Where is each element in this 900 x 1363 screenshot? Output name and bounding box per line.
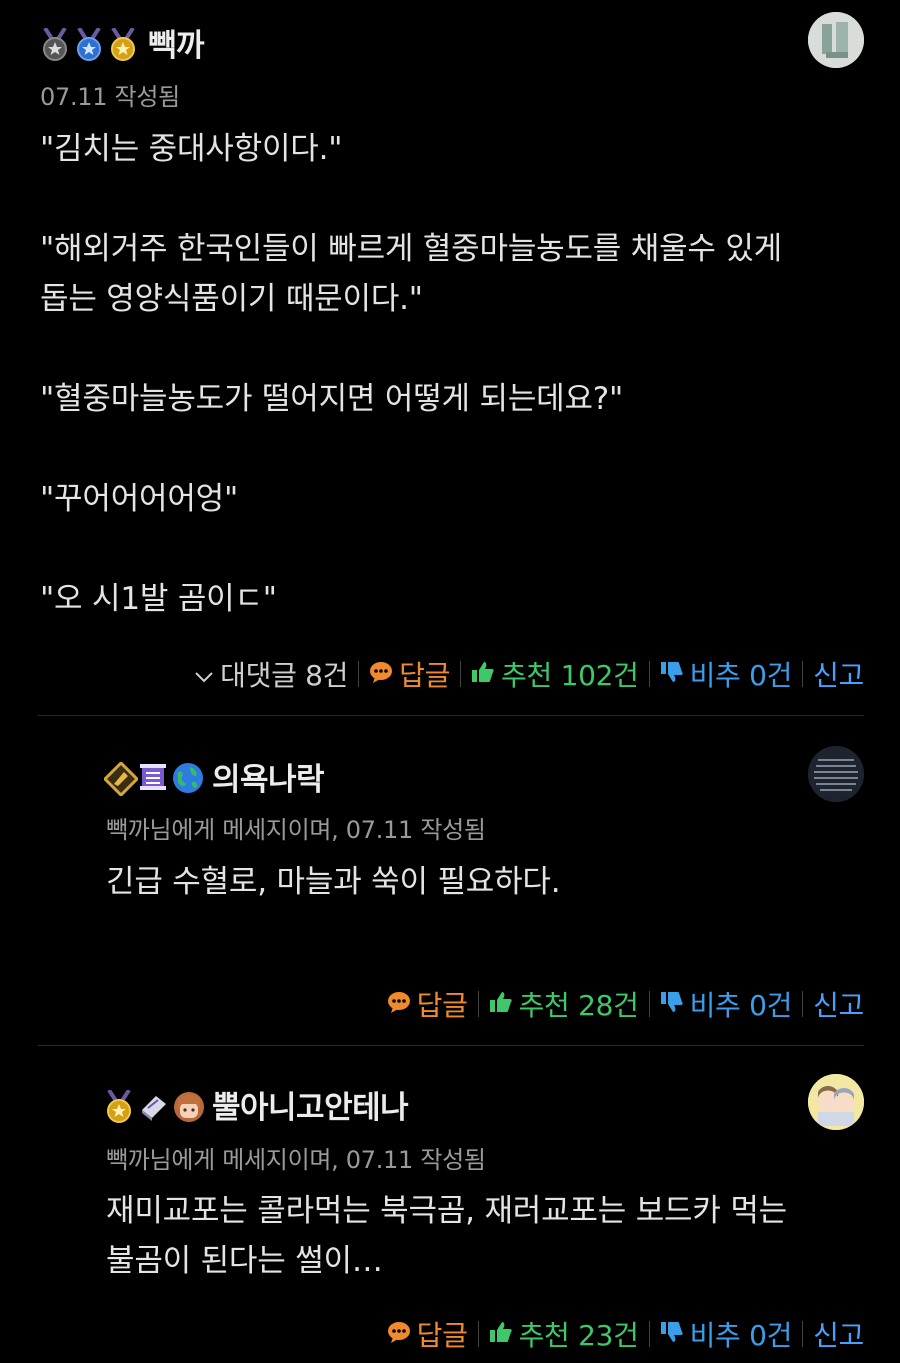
dislike-button[interactable]: 비추 0건 (660, 984, 793, 1024)
reply-label: 답글 (416, 1319, 468, 1352)
replies-toggle[interactable]: 대댓글 8건 (194, 654, 348, 694)
recommend-button[interactable]: 추천 102건 (471, 654, 639, 694)
thumbs-up-icon (471, 658, 495, 691)
nickname[interactable]: 빽까 (148, 20, 205, 65)
speech-bubble-icon (387, 1318, 411, 1351)
avatar[interactable] (808, 12, 864, 68)
thumbs-up-icon (489, 1318, 513, 1351)
separator (477, 991, 479, 1017)
separator (648, 661, 650, 687)
comment-actions: 답글 추천 23건 비추 0건 신고 (387, 1314, 864, 1354)
recommend-button[interactable]: 추천 23건 (489, 1314, 639, 1354)
nickname[interactable]: 의욕나락 (212, 754, 325, 799)
comment-actions: 답글 추천 28건 비추 0건 신고 (387, 984, 864, 1024)
report-label: 신고 (813, 989, 864, 1022)
reply-button[interactable]: 답글 (369, 654, 450, 694)
comment-line: "해외거주 한국인들이 빠르게 혈중마늘농도를 채울수 있게 (40, 231, 783, 267)
comment-line: "오 시1발 곰이ㄷ" (40, 581, 277, 617)
comment-body: "김치는 중대사항이다." "해외거주 한국인들이 빠르게 혈중마늘농도를 채울… (40, 124, 782, 624)
avatar[interactable] (808, 1074, 864, 1130)
separator (802, 991, 804, 1017)
comment-line: 돕는 영양식품이기 때문이다." (40, 281, 423, 317)
report-button[interactable]: 신고 (813, 984, 864, 1024)
medal-icon (108, 26, 138, 61)
speech-bubble-icon (369, 658, 393, 691)
comment-line: 재미교포는 콜라먹는 북극곰, 재러교포는 보드카 먹는 (106, 1193, 787, 1229)
comment-line: "김치는 중대사항이다." (40, 131, 343, 167)
report-button[interactable]: 신고 (813, 654, 864, 694)
replies-count: 대댓글 8건 (220, 659, 349, 692)
comment-body: 재미교포는 콜라먹는 북극곰, 재러교포는 보드카 먹는 불곰이 된다는 썰이… (106, 1186, 787, 1286)
separator (648, 1321, 650, 1347)
reply-button[interactable]: 답글 (387, 984, 468, 1024)
recommend-button[interactable]: 추천 28건 (489, 984, 639, 1024)
dislike-count: 비추 0건 (689, 989, 793, 1022)
dislike-count: 비추 0건 (689, 659, 793, 692)
diamond-emblem-icon (102, 760, 140, 797)
comment-line (40, 424, 782, 474)
comment-2: 의욕나락 빽까님에게 메세지이며, 07.11 작성됨 긴급 수혈로, 마늘과 … (0, 716, 900, 1044)
dislike-button[interactable]: 비추 0건 (660, 654, 793, 694)
thumbs-up-icon (489, 988, 513, 1021)
globe-icon (172, 762, 203, 793)
thumbs-down-icon (660, 988, 684, 1021)
comment-line (40, 324, 782, 374)
dislike-count: 비추 0건 (689, 1319, 793, 1352)
recommend-count: 추천 28건 (518, 989, 639, 1022)
medal-icon (104, 1088, 134, 1123)
character-icon (172, 1090, 204, 1122)
separator (648, 991, 650, 1017)
medal-icon (74, 26, 104, 61)
comment-line (40, 524, 782, 574)
comment-line: 불곰이 된다는 썰이… (106, 1243, 383, 1279)
comment-line: "혈중마늘농도가 떨어지면 어떻게 되는데요?" (40, 381, 624, 417)
book-icon (138, 1090, 168, 1121)
avatar[interactable] (808, 746, 864, 802)
comment-meta: 빽까님에게 메세지이며, 07.11 작성됨 (106, 1146, 486, 1174)
medal-icon (40, 26, 70, 61)
separator (358, 661, 360, 687)
scroll-icon (138, 762, 168, 792)
comment-meta: 빽까님에게 메세지이며, 07.11 작성됨 (106, 816, 486, 844)
thumbs-down-icon (660, 658, 684, 691)
comment-meta: 07.11 작성됨 (40, 83, 180, 111)
comment-body: 긴급 수혈로, 마늘과 쑥이 필요하다. (106, 857, 561, 907)
report-label: 신고 (813, 659, 864, 692)
comment-line (40, 174, 782, 224)
nickname[interactable]: 뿔아니고안테나 (212, 1082, 409, 1127)
recommend-count: 추천 23건 (518, 1319, 639, 1352)
separator (802, 661, 804, 687)
separator (477, 1321, 479, 1347)
separator (460, 661, 462, 687)
comment-line: 긴급 수혈로, 마늘과 쑥이 필요하다. (106, 864, 561, 900)
chevron-down-icon (194, 658, 214, 691)
comment-header: 빽까 (40, 20, 205, 65)
thumbs-down-icon (660, 1318, 684, 1351)
separator (802, 1321, 804, 1347)
recommend-count: 추천 102건 (501, 659, 639, 692)
reply-label: 답글 (416, 989, 468, 1022)
comment-1: 빽까 07.11 작성됨 "김치는 중대사항이다." "해외거주 한국인들이 빠… (0, 0, 900, 715)
comment-header: 뿔아니고안테나 (104, 1082, 409, 1127)
reply-label: 답글 (399, 659, 451, 692)
dislike-button[interactable]: 비추 0건 (660, 1314, 793, 1354)
report-button[interactable]: 신고 (813, 1314, 864, 1354)
comment-actions: 대댓글 8건 답글 추천 102건 비추 0건 신고 (194, 654, 864, 694)
comment-line: "꾸어어어어엉" (40, 481, 239, 517)
report-label: 신고 (813, 1319, 864, 1352)
comment-header: 의욕나락 (102, 754, 325, 799)
speech-bubble-icon (387, 988, 411, 1021)
reply-button[interactable]: 답글 (387, 1314, 468, 1354)
comment-3: 뿔아니고안테나 빽까님에게 메세지이며, 07.11 작성됨 재미교포는 콜라먹… (0, 1046, 900, 1363)
